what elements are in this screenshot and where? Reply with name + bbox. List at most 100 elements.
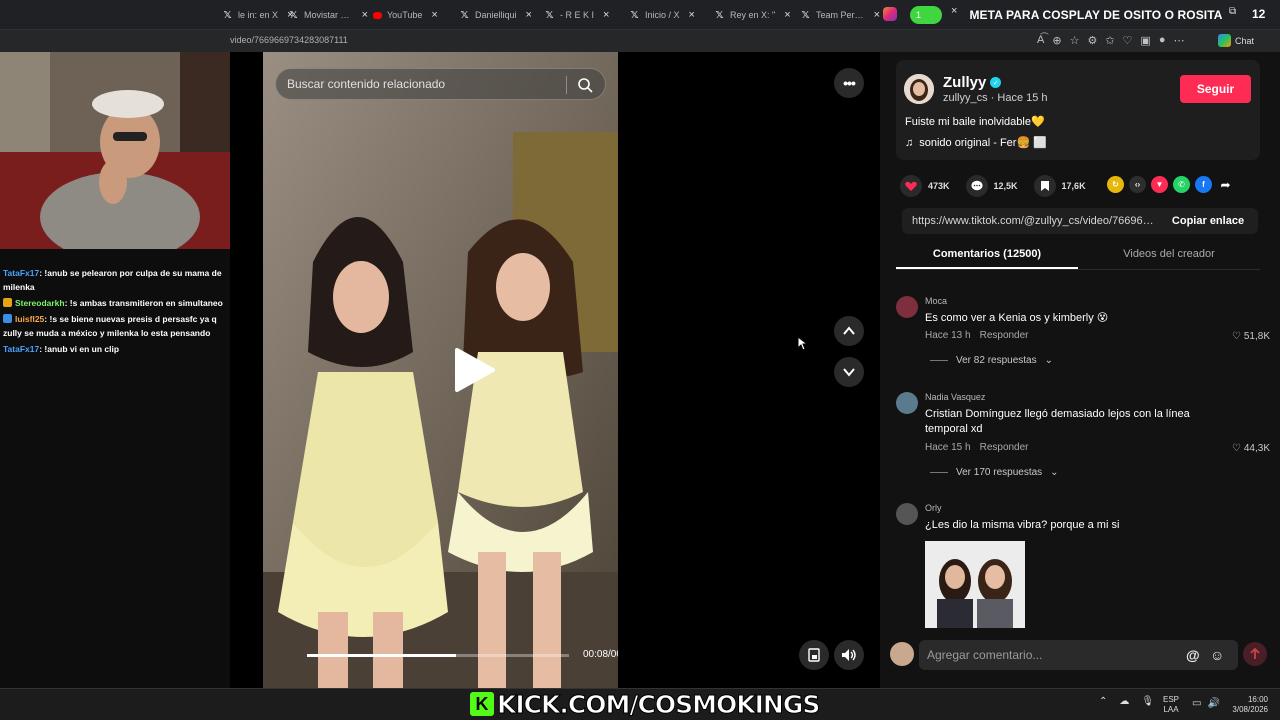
sound-link[interactable]: ♫ sonido original - Fer🍔 ⬜ <box>905 136 1047 150</box>
display-icon[interactable]: ▭ <box>1192 698 1201 709</box>
copilot-chat-button[interactable]: Chat <box>1218 34 1254 47</box>
close-icon[interactable]: × <box>784 9 790 21</box>
clock[interactable]: 16:00 3/08/2026 <box>1226 695 1268 715</box>
browser-tab[interactable]: 𝕏 Danielliqui × <box>459 4 539 26</box>
extension-icon[interactable]: ⚙ <box>1087 34 1097 47</box>
close-icon[interactable]: × <box>951 5 957 17</box>
tab-title: le in: en X <box>238 10 279 20</box>
comment-like[interactable]: ♡ 44,3K <box>1232 443 1270 454</box>
commenter-avatar[interactable] <box>896 296 918 318</box>
kick-channel-url: KICK.COM/COSMOKINGS <box>496 689 820 719</box>
browser-tab[interactable]: 𝕏 Movistar eSp × <box>288 4 368 26</box>
reply-button[interactable]: Responder <box>980 442 1029 453</box>
comment-like[interactable]: ♡ 51,8K <box>1232 331 1270 342</box>
restore-icon[interactable]: ⧉ <box>1229 6 1236 17</box>
browser-tab[interactable]: 𝕏 Inicio / X × <box>629 4 709 26</box>
browser-tab[interactable]: YouTube × <box>373 4 453 26</box>
facebook-icon[interactable]: f <box>1195 176 1212 193</box>
my-avatar[interactable] <box>890 642 914 666</box>
x-icon: 𝕏 <box>289 9 298 21</box>
speaker-icon[interactable]: 🔊 <box>1207 698 1219 709</box>
comment-user[interactable]: Orly <box>925 503 942 513</box>
browser-tab-strip: 1 META PARA COSPLAY DE OSITO O ROSITA 12… <box>0 0 1280 30</box>
view-replies-button[interactable]: Ver 170 respuestas ⌄ <box>930 467 1059 478</box>
comment-image[interactable] <box>925 541 1025 628</box>
profile-icon[interactable]: ● <box>1159 34 1166 47</box>
previous-video-button[interactable] <box>834 316 864 346</box>
send-comment-button[interactable] <box>1243 642 1267 666</box>
reply-button[interactable]: Responder <box>980 330 1029 341</box>
tab-creator-videos[interactable]: Videos del creador <box>1078 240 1260 269</box>
copy-link-button[interactable]: Copiar enlace <box>1158 215 1258 227</box>
comment-user[interactable]: Moca <box>925 296 947 306</box>
like-count: 473K <box>928 181 950 191</box>
like-action[interactable]: 473K <box>900 175 950 197</box>
comments-tabs: Comentarios (12500) Videos del creador <box>896 240 1260 270</box>
comment-meta: Hace 15 h Responder <box>925 442 1029 453</box>
chat-text: : !anub vi en un clip <box>39 344 120 354</box>
close-icon[interactable]: × <box>689 9 695 21</box>
follow-button[interactable]: Seguir <box>1180 75 1251 103</box>
close-icon[interactable]: × <box>874 9 880 21</box>
browser-tab[interactable]: 𝕏 Team Peru D × <box>800 4 880 26</box>
stream-chat: TataFx17: !anub se pelearon por culpa de… <box>3 266 228 358</box>
close-icon[interactable]: × <box>362 9 368 21</box>
comment-action[interactable]: 12,5K <box>965 175 1018 197</box>
favorites-icon[interactable]: ✩ <box>1105 34 1114 47</box>
language-indicator[interactable]: ESP LAA <box>1163 695 1179 715</box>
share-arrow-icon[interactable]: ➦ <box>1217 176 1234 193</box>
browser-tab[interactable]: 𝕏 Rey en X: " × <box>714 4 794 26</box>
send-to-friend-icon[interactable]: ▼ <box>1151 176 1168 193</box>
heart-icon[interactable]: ♡ <box>1123 34 1133 47</box>
emoji-icon[interactable]: ☺ <box>1210 647 1224 663</box>
close-icon[interactable]: × <box>603 9 609 21</box>
video-progress-bar[interactable] <box>307 654 569 657</box>
video-player[interactable]: 00:08/00:15 <box>263 52 618 688</box>
search-icon[interactable] <box>577 77 593 93</box>
video-link-text[interactable]: https://www.tiktok.com/@zullyy_cs/video/… <box>902 215 1158 227</box>
repost-icon[interactable]: ↻ <box>1107 176 1124 193</box>
browser-tab[interactable]: 𝕏 - R E K I × <box>544 4 624 26</box>
whatsapp-icon[interactable]: ✆ <box>1173 176 1190 193</box>
url-text[interactable]: video/7669669734283087111 <box>230 35 348 45</box>
tab-title: Danielliqui <box>475 10 517 20</box>
chat-username[interactable]: luisfl25 <box>15 314 44 324</box>
creator-avatar[interactable] <box>904 74 934 104</box>
zoom-icon[interactable]: ⊕ <box>1052 34 1061 47</box>
volume-button[interactable] <box>834 640 864 670</box>
menu-icon[interactable]: ⋯ <box>1173 34 1184 47</box>
collections-icon[interactable]: ▣ <box>1140 34 1150 47</box>
save-action[interactable]: 17,6K <box>1033 175 1086 197</box>
streamer-image <box>0 52 230 249</box>
tab-comments[interactable]: Comentarios (12500) <box>896 240 1078 269</box>
instagram-icon[interactable] <box>883 7 897 21</box>
chat-username[interactable]: TataFx17 <box>3 268 39 278</box>
comment-user[interactable]: Nadia Vasquez <box>925 392 985 402</box>
creator-name[interactable]: Zullyy ✓ <box>943 74 1002 91</box>
tab-count[interactable]: 12 <box>1252 7 1265 21</box>
chevron-down-icon: ⌄ <box>1050 467 1059 478</box>
kick-banner: K KICK.COM/COSMOKINGS <box>470 689 821 719</box>
star-icon[interactable]: ☆ <box>1070 34 1080 47</box>
more-options-button[interactable]: ••• <box>834 68 864 98</box>
chat-username[interactable]: Stereodarkh <box>15 298 65 308</box>
close-icon[interactable]: × <box>526 9 532 21</box>
picture-in-picture-button[interactable] <box>799 640 829 670</box>
play-icon[interactable] <box>453 346 497 394</box>
x-icon: 𝕏 <box>460 9 469 21</box>
view-replies-button[interactable]: Ver 82 respuestas ⌄ <box>930 355 1053 366</box>
next-video-button[interactable] <box>834 357 864 387</box>
comment-time: Hace 15 h <box>925 442 971 453</box>
mic-icon[interactable]: 🎙 <box>1141 696 1154 707</box>
mention-icon[interactable]: @ <box>1186 647 1200 663</box>
translate-icon[interactable]: A͡ <box>1037 34 1044 47</box>
related-search-input[interactable]: Buscar contenido relacionado <box>275 68 606 100</box>
close-icon[interactable]: × <box>431 9 437 21</box>
commenter-avatar[interactable] <box>896 503 918 525</box>
chat-username[interactable]: TataFx17 <box>3 344 39 354</box>
embed-icon[interactable]: ‹› <box>1129 176 1146 193</box>
chevron-up-icon[interactable]: ⌃ <box>1099 696 1107 707</box>
commenter-avatar[interactable] <box>896 392 918 414</box>
cloud-icon[interactable]: ☁ <box>1119 696 1129 707</box>
chevron-down-icon: ⌄ <box>1044 355 1053 366</box>
